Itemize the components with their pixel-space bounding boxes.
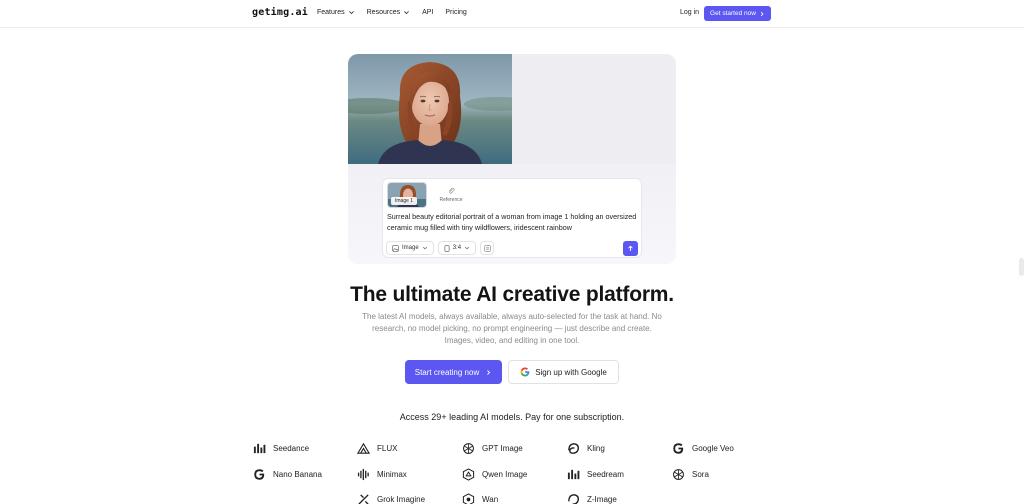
model-name: Wan — [482, 495, 499, 504]
model-grok-imagine: Grok Imagine — [357, 493, 425, 504]
model-name: Z-Image — [587, 495, 617, 504]
model-name: Sora — [692, 470, 709, 479]
model-sora: Sora — [672, 468, 709, 481]
top-nav: getimg.ai Features Resources API Pricing… — [0, 0, 1024, 28]
image-1-tag: Image 1 — [391, 197, 418, 205]
models-heading: Access 29+ leading AI models. Pay for on… — [399, 412, 625, 422]
google-signup-button[interactable]: Sign up with Google — [508, 360, 619, 384]
model-name: Qwen Image — [482, 470, 528, 479]
nav-api[interactable]: API — [422, 9, 433, 16]
model-name: Kling — [587, 444, 605, 453]
nav-features-label: Features — [317, 9, 345, 16]
openai-icon — [673, 469, 684, 480]
bytedance-icon — [567, 469, 580, 480]
sliders-icon — [483, 244, 491, 252]
result-placeholder — [512, 54, 676, 164]
settings-button[interactable] — [480, 241, 495, 255]
reference-slot[interactable]: Reference — [431, 182, 471, 208]
get-started-label: Get started now — [710, 10, 756, 17]
z-image-icon — [568, 494, 579, 504]
nav-links: Features Resources API Pricing — [317, 9, 467, 16]
image-1-thumbnail[interactable]: Image 1 — [387, 182, 427, 208]
model-name: Google Veo — [692, 444, 734, 453]
model-google-veo: Google Veo — [672, 442, 734, 455]
start-creating-label: Start creating now — [414, 367, 480, 377]
model-seedance: Seedance — [253, 442, 309, 455]
minimax-icon — [357, 468, 369, 481]
image-icon — [392, 244, 399, 252]
google-icon — [520, 367, 530, 377]
chevron-down-icon — [464, 246, 470, 250]
model-flux: FLUX — [357, 442, 397, 455]
bytedance-icon — [253, 443, 266, 454]
model-minimax: Minimax — [357, 468, 407, 481]
model-gpt-image: GPT Image — [462, 442, 523, 455]
model-name: Nano Banana — [273, 470, 322, 479]
start-creating-button[interactable]: Start creating now — [405, 360, 502, 384]
reference-portrait-image — [348, 54, 512, 164]
arrow-up-icon — [628, 245, 633, 251]
chevron-right-icon — [487, 369, 491, 375]
paperclip-icon — [448, 187, 455, 194]
model-name: Grok Imagine — [377, 495, 426, 504]
login-link[interactable]: Log in — [680, 9, 699, 16]
qwen-icon — [462, 468, 475, 481]
google-g-icon — [254, 469, 265, 480]
model-seedream: Seedream — [567, 468, 624, 481]
model-name: Minimax — [377, 470, 407, 479]
mode-label: Image — [402, 245, 419, 251]
send-button[interactable] — [623, 241, 638, 256]
nav-api-label: API — [422, 9, 434, 16]
prompt-input[interactable]: Surreal beauty editorial portrait of a w… — [387, 212, 637, 233]
prompt-composer: Image 1 Reference Surreal beauty editori… — [382, 178, 642, 258]
aspect-ratio-icon — [444, 244, 450, 252]
nav-pricing[interactable]: Pricing — [445, 9, 466, 16]
openai-icon — [463, 443, 474, 454]
get-started-button[interactable]: Get started now — [704, 6, 771, 21]
nav-features[interactable]: Features — [317, 9, 355, 16]
page-title: The ultimate AI creative platform. — [350, 283, 674, 306]
model-qwen-image: Qwen Image — [462, 468, 527, 481]
scroll-handle[interactable] — [1019, 258, 1024, 276]
grok-icon — [358, 494, 369, 504]
model-name: Seedream — [587, 470, 624, 479]
model-kling: Kling — [567, 442, 605, 455]
model-z-image: Z-Image — [567, 493, 617, 504]
chevron-right-icon — [760, 11, 764, 16]
logo[interactable]: getimg.ai — [252, 7, 308, 18]
flux-icon — [357, 442, 370, 454]
chevron-down-icon — [348, 11, 354, 15]
nav-resources-label: Resources — [366, 9, 401, 16]
nav-resources[interactable]: Resources — [367, 9, 410, 16]
reference-label: Reference — [439, 197, 463, 203]
mode-select[interactable]: Image — [386, 241, 434, 255]
chevron-down-icon — [404, 11, 409, 15]
ratio-label: 3:4 — [452, 245, 462, 251]
wan-icon — [462, 493, 475, 504]
aspect-ratio-select[interactable]: 3:4 — [437, 241, 477, 255]
chevron-down-icon — [422, 246, 427, 250]
model-name: Seedance — [273, 444, 310, 453]
composer-toolbar: Image 3:4 — [386, 241, 495, 255]
model-nano-banana: Nano Banana — [253, 468, 322, 481]
model-wan: Wan — [462, 493, 498, 504]
google-signup-label: Sign up with Google — [535, 367, 607, 377]
hero-subtext: The latest AI models, always available, … — [362, 312, 662, 345]
kling-icon — [568, 443, 579, 454]
google-g-icon — [673, 443, 684, 454]
nav-pricing-label: Pricing — [445, 9, 467, 16]
model-name: GPT Image — [482, 444, 523, 453]
model-name: FLUX — [377, 444, 398, 453]
